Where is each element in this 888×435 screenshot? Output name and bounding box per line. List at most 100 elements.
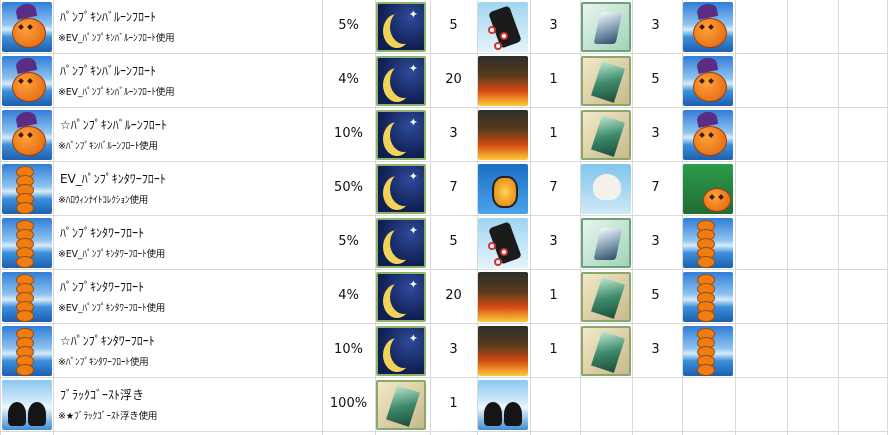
material-count: 3 (449, 342, 458, 357)
dot-shape (494, 42, 502, 50)
dot-shape (488, 26, 496, 34)
material-count: 20 (445, 288, 462, 303)
sparkle-shape: ✦ (408, 224, 418, 237)
material-count: 1 (549, 126, 558, 141)
jack-lantern-icon (478, 164, 528, 214)
black-ghost-icon (2, 380, 52, 430)
skull-shape (593, 174, 621, 200)
material-count: 3 (651, 126, 660, 141)
pumpkin-shape (693, 72, 727, 102)
pumpkin-shape (16, 310, 34, 322)
item-name: ﾊﾟﾝﾌﾟｷﾝﾊﾞﾙｰﾝﾌﾛｰﾄ (60, 10, 157, 24)
pumpkin-balloon-icon (683, 2, 733, 52)
pumpkin-tower-icon (2, 218, 52, 268)
material-count: 5 (651, 288, 660, 303)
ghost-shape (504, 402, 522, 426)
table-row: ☆ﾊﾟﾝﾌﾟｷﾝﾊﾞﾙｰﾝﾌﾛｰﾄ ※ﾊﾟﾝﾌﾟｷﾝﾊﾞﾙｰﾝﾌﾛｰﾄ使用 10% ✦… (0, 108, 888, 162)
ghost-shape (8, 402, 26, 426)
item-name: ﾌﾞﾗｯｸｺﾞｰｽﾄ浮き (60, 388, 145, 402)
item-note: ※★ﾌﾞﾗｯｸｺﾞｰｽﾄ浮き使用 (58, 411, 158, 422)
dot-shape (500, 248, 508, 256)
pumpkin-shape (16, 202, 34, 214)
crescent-moon-icon: ✦ (376, 110, 426, 160)
crescent-moon-icon: ✦ (376, 2, 426, 52)
silver-shard-icon (581, 2, 631, 52)
pumpkin-shape (697, 256, 715, 268)
sparkle-shape: ✦ (408, 116, 418, 129)
material-count: 7 (651, 180, 660, 195)
skull-icon (581, 164, 631, 214)
success-rate: 10% (334, 126, 363, 141)
material-count: 3 (449, 126, 458, 141)
material-count: 1 (449, 396, 458, 411)
pumpkin-tower-icon (683, 272, 733, 322)
shard-shape (386, 385, 420, 427)
pumpkin-shape (697, 364, 715, 376)
crescent-moon-icon: ✦ (376, 272, 426, 322)
shard-shape (593, 228, 623, 260)
table-row: EV_ﾊﾟﾝﾌﾟｷﾝﾀﾜｰﾌﾛｰﾄ ※ﾊﾛｳｨﾝﾅｲﾄｺﾚｸｼｮﾝ使用 50% ✦ 7 7… (0, 162, 888, 216)
flame-icon (478, 326, 528, 376)
flame-icon (478, 110, 528, 160)
item-note: ※ﾊﾟﾝﾌﾟｷﾝﾊﾞﾙｰﾝﾌﾛｰﾄ使用 (58, 141, 158, 152)
shard-shape (591, 331, 625, 373)
sparkle-shape: ✦ (408, 170, 418, 183)
item-note: ※EV_ﾊﾟﾝﾌﾟｷﾝﾊﾞﾙｰﾝﾌﾛｰﾄ使用 (58, 33, 175, 44)
item-name: ☆ﾊﾟﾝﾌﾟｷﾝﾊﾞﾙｰﾝﾌﾛｰﾄ (60, 118, 167, 132)
shard-shape (593, 12, 623, 44)
material-count: 3 (549, 18, 558, 33)
black-ghost-icon (478, 380, 528, 430)
halloween-book-icon (683, 164, 733, 214)
sparkle-shape: ✦ (408, 62, 418, 75)
success-rate: 4% (338, 72, 359, 87)
shard-shape (591, 115, 625, 157)
material-count: 3 (651, 234, 660, 249)
material-count: 1 (549, 288, 558, 303)
shard-shape (591, 61, 625, 103)
pumpkin-shape (12, 72, 46, 102)
material-count: 3 (549, 234, 558, 249)
pumpkin-balloon-icon (2, 2, 52, 52)
item-note: ※EV_ﾊﾟﾝﾌﾟｷﾝﾀﾜｰﾌﾛｰﾄ使用 (58, 249, 166, 260)
ghost-shape (28, 402, 46, 426)
flame-icon (478, 272, 528, 322)
material-count: 5 (449, 234, 458, 249)
dot-shape (500, 32, 508, 40)
success-rate: 50% (334, 180, 363, 195)
black-cylinder-icon (478, 218, 528, 268)
pumpkin-tower-icon (2, 326, 52, 376)
item-note: ※ﾊﾛｳｨﾝﾅｲﾄｺﾚｸｼｮﾝ使用 (58, 195, 149, 206)
pumpkin-shape (16, 364, 34, 376)
sparkle-shape: ✦ (408, 278, 418, 291)
flame-icon (478, 56, 528, 106)
item-name: ﾊﾟﾝﾌﾟｷﾝﾀﾜｰﾌﾛｰﾄ (60, 280, 145, 294)
pumpkin-balloon-icon (2, 110, 52, 160)
silver-shard-icon (581, 218, 631, 268)
pumpkin-shape (12, 126, 46, 156)
material-count: 1 (549, 72, 558, 87)
dot-shape (494, 258, 502, 266)
green-crystal-icon (376, 380, 426, 430)
success-rate: 100% (329, 396, 368, 411)
material-count: 5 (651, 72, 660, 87)
crescent-moon-icon: ✦ (376, 164, 426, 214)
pumpkin-tower-icon (2, 164, 52, 214)
crescent-moon-icon: ✦ (376, 218, 426, 268)
pumpkin-shape (693, 126, 727, 156)
material-count: 5 (449, 18, 458, 33)
material-count: 20 (445, 72, 462, 87)
item-name: ﾊﾟﾝﾌﾟｷﾝﾊﾞﾙｰﾝﾌﾛｰﾄ (60, 64, 157, 78)
item-note: ※ﾊﾟﾝﾌﾟｷﾝﾀﾜｰﾌﾛｰﾄ使用 (58, 357, 149, 368)
pumpkin-balloon-icon (2, 56, 52, 106)
sparkle-shape: ✦ (408, 8, 418, 21)
pumpkin-shape (12, 18, 46, 48)
black-cylinder-icon (478, 2, 528, 52)
success-rate: 5% (338, 18, 359, 33)
pumpkin-balloon-icon (683, 110, 733, 160)
pumpkin-balloon-icon (683, 56, 733, 106)
material-count: 3 (651, 18, 660, 33)
item-table: ﾊﾟﾝﾌﾟｷﾝﾊﾞﾙｰﾝﾌﾛｰﾄ ※EV_ﾊﾟﾝﾌﾟｷﾝﾊﾞﾙｰﾝﾌﾛｰﾄ使用 5%… (0, 0, 888, 435)
crescent-moon-icon: ✦ (376, 56, 426, 106)
ghost-shape (484, 402, 502, 426)
table-row: ﾊﾟﾝﾌﾟｷﾝﾀﾜｰﾌﾛｰﾄ ※EV_ﾊﾟﾝﾌﾟｷﾝﾀﾜｰﾌﾛｰﾄ使用 5% ✦ 5 3 3 (0, 216, 888, 270)
